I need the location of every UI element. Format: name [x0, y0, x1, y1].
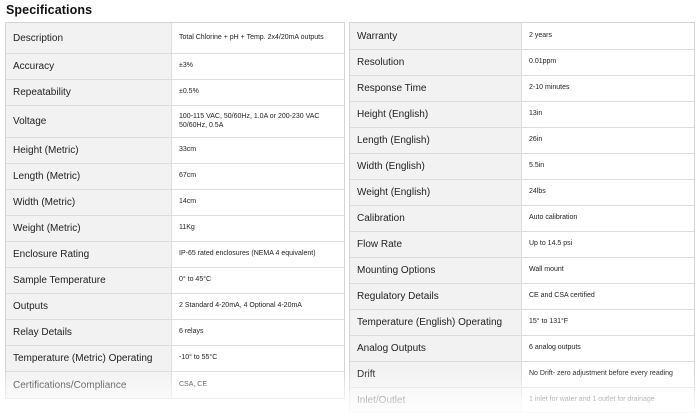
spec-label: Voltage [6, 106, 172, 137]
spec-row: Relay Details 6 relays [6, 320, 344, 346]
spec-label: Calibration [350, 206, 522, 231]
spec-label: Length (Metric) [6, 164, 172, 189]
spec-label: Sample Temperature [6, 268, 172, 293]
spec-label: Length (English) [350, 128, 522, 153]
spec-label: Regulatory Details [350, 284, 522, 309]
spec-value: 33cm [179, 146, 197, 154]
spec-label: Accuracy [6, 54, 172, 79]
spec-row: Length (English) 26in [350, 128, 694, 154]
spec-label: Relay Details [6, 320, 172, 345]
spec-row: Temperature (Metric) Operating -10° to 5… [6, 346, 344, 372]
spec-row: Description Total Chlorine + pH + Temp. … [6, 23, 344, 54]
spec-row: Calibration Auto calibration [350, 206, 694, 232]
spec-value: ±3% [179, 62, 193, 70]
spec-value: 6 analog outputs [529, 344, 581, 352]
spec-row: Resolution 0.01ppm [350, 50, 694, 76]
page-title: Specifications [6, 3, 93, 17]
spec-value: CSA, CE [179, 380, 208, 388]
spec-value: 26in [529, 136, 543, 144]
spec-value: ±0.5% [179, 88, 199, 96]
spec-value: 100-115 VAC, 50/60Hz, 1.0A or 200-230 VA… [179, 113, 320, 129]
spec-row: Regulatory Details CE and CSA certified [350, 284, 694, 310]
spec-label: Resolution [350, 50, 522, 75]
spec-row: Voltage 100-115 VAC, 50/60Hz, 1.0A or 20… [6, 106, 344, 138]
spec-label: Certifications/Compliance [6, 372, 172, 398]
spec-value: 11Kg [179, 224, 195, 232]
specifications-table-right: Warranty 2 years Resolution 0.01ppm Resp… [349, 22, 695, 413]
spec-value: No Drift- zero adjustment before every r… [529, 370, 673, 378]
spec-value: Auto calibration [529, 214, 578, 222]
spec-label: Height (English) [350, 102, 522, 127]
spec-row: Inlet/Outlet 1 inlet for water and 1 out… [350, 388, 694, 412]
spec-row: Weight (Metric) 11Kg [6, 216, 344, 242]
spec-value: 0° to 45°C [179, 276, 212, 284]
spec-value: 2-10 minutes [529, 84, 570, 92]
spec-value: Total Chlorine + pH + Temp. 2x4/20mA out… [179, 33, 324, 41]
spec-value: CE and CSA certified [529, 292, 595, 300]
spec-value: 1 inlet for water and 1 outlet for drain… [529, 395, 655, 403]
spec-value: 24lbs [529, 188, 546, 196]
spec-row: Analog Outputs 6 analog outputs [350, 336, 694, 362]
spec-row: Response Time 2-10 minutes [350, 76, 694, 102]
spec-label: Inlet/Outlet [350, 388, 522, 412]
spec-value: 2 years [529, 31, 552, 39]
spec-row: Temperature (English) Operating 15° to 1… [350, 310, 694, 336]
spec-label: Analog Outputs [350, 336, 522, 361]
spec-row: Height (English) 13in [350, 102, 694, 128]
spec-row: Enclosure Rating IP-65 rated enclosures … [6, 242, 344, 268]
spec-label: Warranty [350, 23, 522, 49]
spec-label: Height (Metric) [6, 138, 172, 163]
spec-label: Drift [350, 362, 522, 387]
spec-value: -10° to 55°C [179, 354, 218, 362]
spec-row: Certifications/Compliance CSA, CE [6, 372, 344, 398]
spec-label: Flow Rate [350, 232, 522, 257]
spec-label: Description [6, 23, 172, 53]
spec-label: Response Time [350, 76, 522, 101]
spec-label: Repeatability [6, 80, 172, 105]
spec-label: Temperature (English) Operating [350, 310, 522, 335]
spec-label: Weight (English) [350, 180, 522, 205]
spec-row: Warranty 2 years [350, 23, 694, 50]
spec-value: 2 Standard 4-20mA, 4 Optional 4-20mA [179, 302, 302, 310]
spec-value: 6 relays [179, 328, 204, 336]
spec-row: Mounting Options Wall mount [350, 258, 694, 284]
spec-label: Mounting Options [350, 258, 522, 283]
specifications-table-left: Description Total Chlorine + pH + Temp. … [5, 22, 345, 399]
spec-row: Flow Rate Up to 14.5 psi [350, 232, 694, 258]
spec-label: Weight (Metric) [6, 216, 172, 241]
spec-row: Width (English) 5.5in [350, 154, 694, 180]
spec-label: Outputs [6, 294, 172, 319]
spec-row: Drift No Drift- zero adjustment before e… [350, 362, 694, 388]
spec-value: Up to 14.5 psi [529, 240, 573, 248]
spec-row: Length (Metric) 67cm [6, 164, 344, 190]
spec-row: Outputs 2 Standard 4-20mA, 4 Optional 4-… [6, 294, 344, 320]
spec-row: Weight (English) 24lbs [350, 180, 694, 206]
spec-value: 67cm [179, 172, 197, 180]
spec-value: Wall mount [529, 266, 564, 274]
spec-value: IP-65 rated enclosures (NEMA 4 equivalen… [179, 250, 316, 258]
spec-row: Sample Temperature 0° to 45°C [6, 268, 344, 294]
spec-label: Width (English) [350, 154, 522, 179]
spec-label: Temperature (Metric) Operating [6, 346, 172, 371]
spec-row: Height (Metric) 33cm [6, 138, 344, 164]
spec-row: Accuracy ±3% [6, 54, 344, 80]
spec-row: Repeatability ±0.5% [6, 80, 344, 106]
spec-value: 0.01ppm [529, 58, 557, 66]
spec-label: Width (Metric) [6, 190, 172, 215]
spec-label: Enclosure Rating [6, 242, 172, 267]
spec-value: 14cm [179, 198, 197, 206]
spec-row: Width (Metric) 14cm [6, 190, 344, 216]
spec-value: 5.5in [529, 162, 545, 170]
spec-value: 15° to 131°F [529, 318, 569, 326]
spec-value: 13in [529, 110, 543, 118]
